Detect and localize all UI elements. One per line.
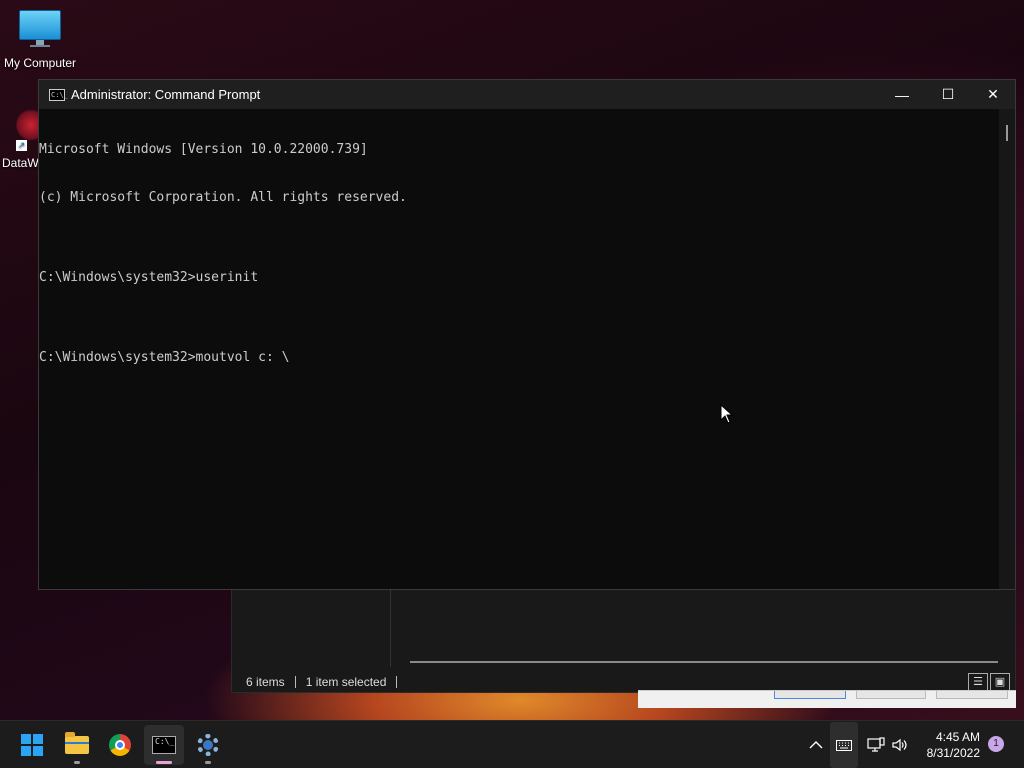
touch-keyboard-button[interactable] <box>830 722 858 768</box>
taskbar-settings[interactable] <box>188 725 228 765</box>
taskbar-chrome[interactable] <box>100 725 140 765</box>
notification-badge[interactable]: 1 <box>988 736 1004 752</box>
volume-button[interactable] <box>888 733 912 757</box>
status-bar: 6 items 1 item selected <box>232 672 1015 692</box>
vertical-scrollbar[interactable] <box>999 109 1015 589</box>
taskbar-command-prompt[interactable]: C:\_ <box>144 725 184 765</box>
clock-time: 4:45 AM <box>935 730 980 744</box>
folder-icon <box>65 732 89 754</box>
console-prompt-line[interactable]: C:\Windows\system32>moutvol c: \ <box>39 350 999 366</box>
ok-button[interactable] <box>774 691 846 699</box>
console-line: (c) Microsoft Corporation. All rights re… <box>39 190 407 205</box>
shortcut-arrow-icon: ↗ <box>16 140 27 151</box>
command-prompt-window[interactable]: C:\_ Administrator: Command Prompt — ☐ ✕… <box>38 79 1016 590</box>
close-button[interactable]: ✕ <box>970 80 1016 109</box>
start-button[interactable] <box>12 725 52 765</box>
details-view-button[interactable]: ☰ <box>968 673 988 691</box>
horizontal-scrollbar[interactable] <box>410 661 998 663</box>
running-indicator <box>74 761 80 764</box>
file-explorer-window[interactable]: 6 items 1 item selected ☰ ▣ <box>231 588 1016 693</box>
apply-button[interactable] <box>936 691 1008 699</box>
window-title: Administrator: Command Prompt <box>71 87 261 102</box>
network-button[interactable] <box>864 733 888 757</box>
active-indicator <box>156 761 172 764</box>
windows-logo-icon <box>21 734 43 756</box>
taskbar: C:\_ 4:45 AM 8/31/2022 <box>0 720 1024 768</box>
gear-icon <box>197 734 219 756</box>
console-line: Microsoft Windows [Version 10.0.22000.73… <box>39 142 368 157</box>
desktop-icon-label: My Computer <box>3 56 77 70</box>
details-view-icon: ☰ <box>973 676 983 688</box>
maximize-button[interactable]: ☐ <box>925 80 971 109</box>
maximize-icon: ☐ <box>941 86 955 102</box>
terminal-icon: C:\_ <box>49 88 68 101</box>
console-output[interactable]: Microsoft Windows [Version 10.0.22000.73… <box>39 109 999 589</box>
clock-date: 8/31/2022 <box>926 746 980 760</box>
computer-icon <box>19 10 61 47</box>
keyboard-icon <box>836 739 852 751</box>
minimize-button[interactable]: — <box>879 80 925 109</box>
running-indicator <box>205 761 211 764</box>
network-icon <box>867 737 885 752</box>
chevron-up-icon <box>809 741 823 749</box>
terminal-icon: C:\_ <box>152 736 176 754</box>
tiles-view-icon: ▣ <box>994 676 1006 688</box>
desktop-icon-my-computer[interactable]: My Computer <box>0 10 80 70</box>
dialog-button-strip <box>638 690 1016 708</box>
speaker-icon <box>892 738 907 752</box>
item-count: 6 items <box>246 675 285 689</box>
tiles-view-button[interactable]: ▣ <box>990 673 1010 691</box>
title-bar[interactable]: C:\_ Administrator: Command Prompt — ☐ ✕ <box>39 80 1015 109</box>
scrollbar-thumb[interactable] <box>1006 125 1008 141</box>
desktop-icon-label: DataW <box>2 156 39 170</box>
minimize-icon: — <box>895 86 909 103</box>
mouse-cursor-icon <box>720 404 734 424</box>
chrome-icon <box>109 734 131 756</box>
divider <box>294 676 296 688</box>
cancel-button[interactable] <box>856 691 926 699</box>
tray-overflow-button[interactable] <box>804 733 828 757</box>
pane-divider[interactable] <box>390 589 391 667</box>
selection-count: 1 item selected <box>305 675 387 689</box>
console-line: C:\Windows\system32>userinit <box>39 270 259 285</box>
taskbar-file-explorer[interactable] <box>57 725 97 765</box>
close-icon: ✕ <box>987 86 999 102</box>
divider <box>396 676 398 688</box>
system-clock[interactable]: 4:45 AM 8/31/2022 <box>918 729 980 761</box>
